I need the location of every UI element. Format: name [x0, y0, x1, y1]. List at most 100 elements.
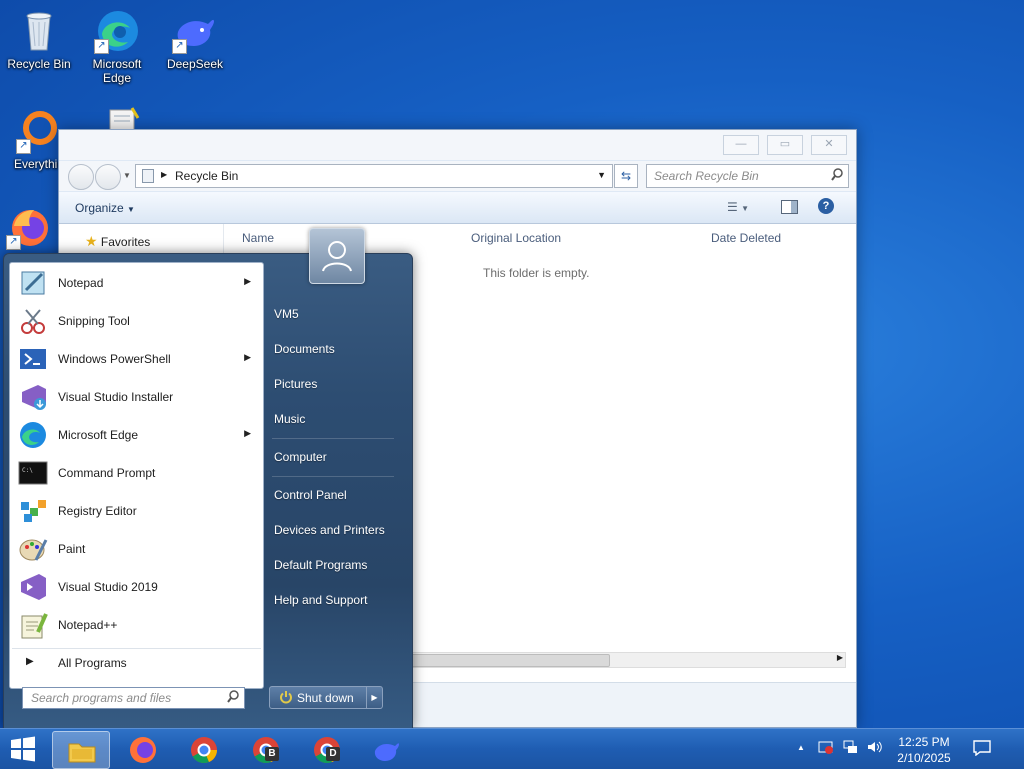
- recycle-bin-small-icon: [142, 169, 154, 183]
- scrollbar-thumb[interactable]: [410, 654, 610, 667]
- shortcut-arrow-icon: ↗: [172, 39, 187, 54]
- taskbar-deepseek[interactable]: [358, 731, 414, 767]
- column-header-original-location[interactable]: Original Location: [471, 231, 561, 245]
- deepseek-icon: ↗: [172, 8, 218, 54]
- program-windows-powershell[interactable]: Windows PowerShell ▶: [12, 341, 261, 377]
- star-icon: ★: [85, 233, 98, 249]
- start-link-help-and-support[interactable]: Help and Support: [266, 585, 398, 615]
- document-icon: [98, 104, 144, 132]
- volume-icon[interactable]: [866, 739, 882, 758]
- start-link-documents[interactable]: Documents: [266, 334, 398, 364]
- help-icon[interactable]: ?: [818, 198, 834, 214]
- vs-installer-icon: [18, 382, 48, 412]
- start-link-music[interactable]: Music: [266, 404, 398, 434]
- desktop-icon-firefox[interactable]: ↗: [0, 204, 58, 253]
- scroll-right-arrow[interactable]: ▶: [837, 653, 843, 662]
- desktop-icon-label: DeepSeek: [166, 57, 224, 71]
- refresh-button[interactable]: ⇆: [614, 164, 638, 188]
- preview-pane-icon[interactable]: [781, 200, 798, 214]
- horizontal-scrollbar[interactable]: ▶: [409, 652, 846, 668]
- recycle-bin-icon: [16, 8, 62, 54]
- start-link-user-folder[interactable]: VM5: [266, 299, 398, 329]
- powershell-icon: [18, 344, 48, 374]
- nav-item-favorites[interactable]: ★ Favorites: [85, 233, 150, 250]
- back-button[interactable]: [68, 164, 94, 190]
- profile-badge-d: D: [326, 747, 340, 761]
- desktop-icon-partial[interactable]: [82, 104, 160, 132]
- deepseek-icon: [372, 735, 402, 765]
- desktop-icon-recycle-bin[interactable]: Recycle Bin: [0, 8, 78, 71]
- start-button[interactable]: [8, 735, 38, 763]
- explorer-search-input[interactable]: Search Recycle Bin: [646, 164, 849, 188]
- program-snipping-tool[interactable]: Snipping Tool: [12, 303, 261, 339]
- address-bar[interactable]: ▶ Recycle Bin ▼: [135, 164, 613, 188]
- chrome-icon: [189, 735, 219, 765]
- all-programs-button[interactable]: ▶ All Programs: [12, 648, 261, 675]
- notepad-icon: [18, 268, 48, 298]
- taskbar-chrome-profile-d[interactable]: D: [298, 731, 354, 767]
- column-header-name[interactable]: Name: [242, 231, 274, 245]
- taskbar-chrome-profile-b[interactable]: B: [237, 731, 293, 767]
- edge-icon: [18, 420, 48, 450]
- registry-editor-icon: [18, 496, 48, 526]
- program-registry-editor[interactable]: Registry Editor: [12, 493, 261, 529]
- user-avatar[interactable]: [309, 228, 365, 284]
- command-prompt-icon: C:\: [18, 458, 48, 488]
- desktop-icon-deepseek[interactable]: ↗ DeepSeek: [156, 8, 234, 71]
- close-button[interactable]: ✕: [811, 135, 847, 155]
- taskbar-file-explorer[interactable]: [52, 731, 110, 769]
- program-notepad[interactable]: Notepad ▶: [12, 265, 261, 301]
- submenu-arrow-icon: ▶: [244, 276, 251, 286]
- network-icon[interactable]: [842, 739, 858, 758]
- organize-button[interactable]: Organize ▼: [75, 201, 135, 215]
- recent-pages-dropdown[interactable]: ▼: [123, 171, 131, 180]
- search-placeholder: Search Recycle Bin: [654, 169, 759, 183]
- program-visual-studio-installer[interactable]: Visual Studio Installer: [12, 379, 261, 415]
- column-header-date-deleted[interactable]: Date Deleted: [711, 231, 781, 245]
- notifications-icon[interactable]: [973, 740, 991, 759]
- program-paint[interactable]: Paint: [12, 531, 261, 567]
- start-search-placeholder: Search programs and files: [31, 691, 172, 705]
- show-hidden-icons-arrow[interactable]: ▲: [797, 743, 805, 752]
- paint-icon: [18, 534, 48, 564]
- program-visual-studio-2019[interactable]: Visual Studio 2019: [12, 569, 261, 605]
- firefox-icon: [128, 735, 158, 765]
- clock-date: 2/10/2025: [897, 751, 951, 765]
- start-link-control-panel[interactable]: Control Panel: [266, 480, 398, 510]
- triangle-right-icon: ▶: [26, 656, 34, 667]
- start-search-input[interactable]: Search programs and files: [22, 687, 245, 709]
- address-dropdown-icon[interactable]: ▼: [597, 170, 606, 180]
- snipping-tool-icon: [18, 306, 48, 336]
- taskbar-firefox[interactable]: [114, 731, 170, 767]
- start-menu: Notepad ▶ Snipping Tool Windows PowerShel…: [3, 228, 413, 729]
- everything-icon: ↗: [16, 108, 62, 154]
- separator: [272, 438, 394, 439]
- start-link-computer[interactable]: Computer: [266, 442, 398, 472]
- shutdown-options-arrow[interactable]: ▶: [366, 687, 382, 708]
- start-link-pictures[interactable]: Pictures: [266, 369, 398, 399]
- submenu-arrow-icon: ▶: [244, 352, 251, 362]
- taskbar-chrome[interactable]: [175, 731, 231, 767]
- maximize-button[interactable]: ▭: [767, 135, 803, 155]
- clock-time: 12:25 PM: [898, 735, 950, 749]
- action-center-flag-icon[interactable]: [818, 739, 834, 758]
- program-notepad-plus-plus[interactable]: Notepad++: [12, 607, 261, 643]
- shortcut-arrow-icon: ↗: [16, 139, 31, 154]
- forward-button[interactable]: [95, 164, 121, 190]
- visual-studio-icon: [18, 572, 48, 602]
- title-bar[interactable]: — ▭ ✕: [59, 130, 856, 160]
- start-link-devices-and-printers[interactable]: Devices and Printers: [266, 515, 398, 545]
- start-link-default-programs[interactable]: Default Programs: [266, 550, 398, 580]
- breadcrumb-arrow-icon[interactable]: ▶: [161, 170, 167, 179]
- clock[interactable]: 12:25 PM 2/10/2025: [886, 734, 962, 766]
- shutdown-button[interactable]: Shut down ▶: [269, 686, 383, 709]
- address-text: Recycle Bin: [175, 169, 239, 183]
- program-microsoft-edge[interactable]: Microsoft Edge ▶: [12, 417, 261, 453]
- minimize-button[interactable]: —: [723, 135, 759, 155]
- firefox-icon: ↗: [6, 204, 52, 250]
- view-options-icon[interactable]: ☰ ▼: [727, 200, 749, 214]
- program-command-prompt[interactable]: C:\ Command Prompt: [12, 455, 261, 491]
- shortcut-arrow-icon: ↗: [6, 235, 21, 250]
- desktop-icon-microsoft-edge[interactable]: ↗ Microsoft Edge: [78, 8, 156, 85]
- folder-icon: [67, 736, 97, 766]
